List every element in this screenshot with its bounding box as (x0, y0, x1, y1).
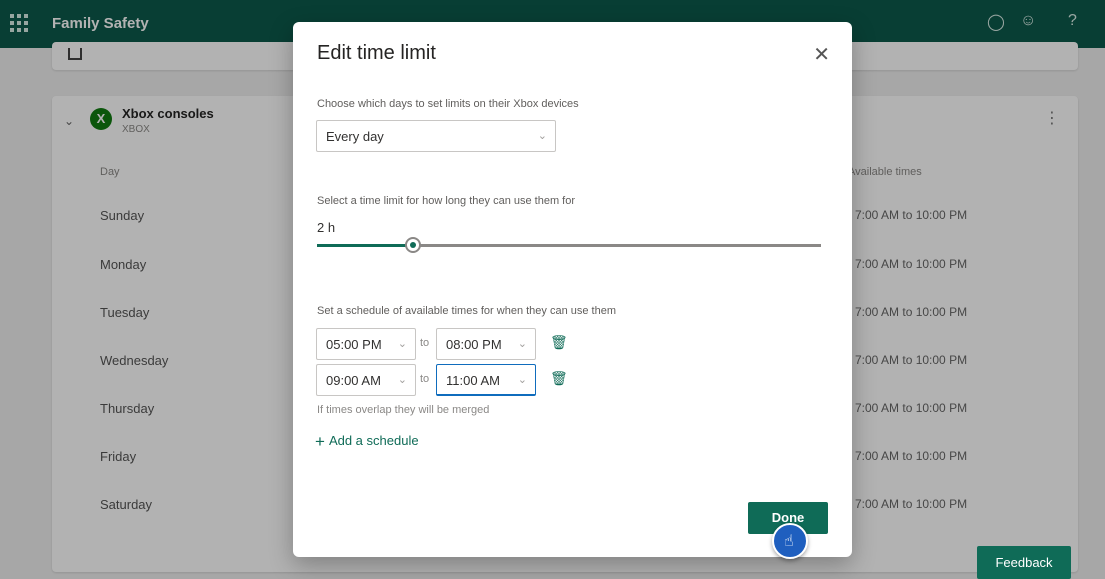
days-dropdown[interactable]: Every day ⌄ (316, 120, 556, 152)
add-schedule-label: Add a schedule (328, 433, 419, 448)
days-dropdown-value: Every day (326, 129, 384, 144)
to-label: to (420, 337, 430, 349)
trash-icon[interactable]: 🗑 (550, 334, 568, 351)
time-limit-slider[interactable] (317, 237, 821, 253)
trash-icon[interactable]: 🗑 (550, 370, 568, 387)
hand-cursor-icon: ☝ (772, 523, 808, 559)
schedule-label: Set a schedule of available times for wh… (317, 305, 617, 317)
edit-time-limit-dialog: Edit time limit ✕ Choose which days to s… (293, 22, 852, 557)
chevron-down-icon: ⌄ (397, 374, 407, 386)
feedback-button[interactable]: Feedback (977, 546, 1071, 579)
dialog-title: Edit time limit (317, 42, 436, 64)
schedule-to-dropdown[interactable]: 11:00 AM ⌄ (436, 364, 536, 396)
schedule-from-value: 09:00 AM (326, 373, 381, 388)
slider-thumb[interactable] (404, 237, 421, 253)
limit-value: 2 h (317, 220, 336, 235)
schedule-from-value: 05:00 PM (326, 337, 382, 352)
schedule-to-value: 08:00 PM (446, 337, 502, 352)
schedule-from-dropdown[interactable]: 05:00 PM ⌄ (316, 328, 416, 360)
slider-fill (317, 244, 413, 247)
merge-note: If times overlap they will be merged (317, 404, 490, 416)
plus-icon: + (315, 432, 325, 451)
schedule-to-value: 11:00 AM (446, 373, 500, 388)
chevron-down-icon: ⌄ (517, 338, 527, 350)
close-icon[interactable]: ✕ (813, 42, 830, 67)
limit-label: Select a time limit for how long they ca… (317, 195, 576, 207)
chevron-down-icon: ⌄ (537, 130, 547, 142)
schedule-to-dropdown[interactable]: 08:00 PM ⌄ (436, 328, 536, 360)
to-label: to (420, 373, 430, 385)
chevron-down-icon: ⌄ (517, 374, 527, 386)
chevron-down-icon: ⌄ (397, 338, 407, 350)
add-schedule-link[interactable]: + Add a schedule (315, 432, 419, 452)
schedule-from-dropdown[interactable]: 09:00 AM ⌄ (316, 364, 416, 396)
days-label: Choose which days to set limits on their… (317, 98, 579, 110)
